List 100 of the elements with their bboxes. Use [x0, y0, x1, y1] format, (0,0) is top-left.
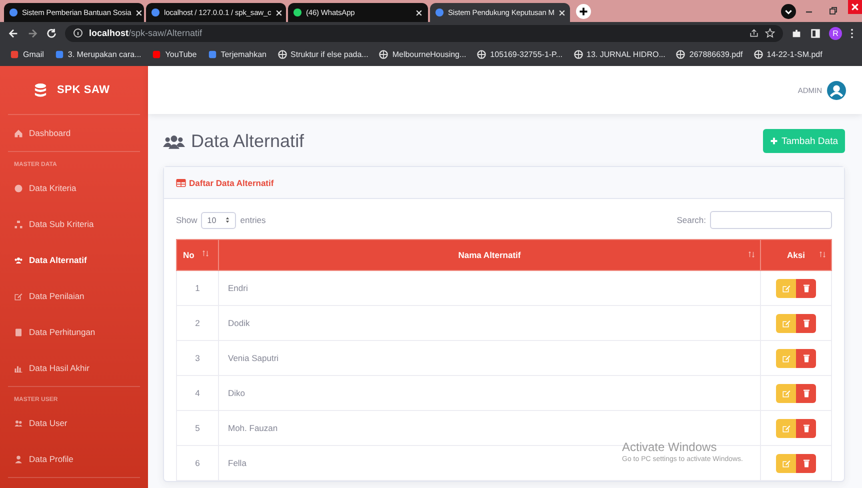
search-label: Search:: [676, 215, 706, 225]
page-icon: [435, 8, 444, 17]
globe-icon: [676, 50, 686, 58]
address-bar[interactable]: localhost/spk-saw/Alternatif: [65, 24, 783, 42]
nav-link[interactable]: Dashboard: [0, 115, 148, 151]
globe-icon: [379, 50, 388, 58]
trash-icon: [802, 318, 810, 328]
trash-icon: [802, 458, 810, 468]
brand-name[interactable]: SPK SAW: [57, 84, 110, 96]
more-icon[interactable]: [850, 28, 854, 38]
delete-button[interactable]: [796, 314, 816, 332]
close-icon[interactable]: [415, 8, 423, 16]
table-cell: 4: [176, 376, 218, 410]
edit-icon: [782, 284, 790, 292]
delete-button[interactable]: [796, 278, 816, 298]
edit-icon: [782, 458, 790, 468]
delete-button[interactable]: [796, 348, 816, 368]
nav-link[interactable]: Data Sub Kriteria: [0, 206, 148, 242]
bookmark[interactable]: MelbourneHousing...: [379, 50, 466, 58]
globe-icon: [754, 50, 763, 58]
bookmark[interactable]: Struktur if else pada...: [278, 50, 368, 58]
new-tab-icon[interactable]: [576, 4, 591, 18]
nav-link[interactable]: Data Alternatif: [0, 242, 148, 278]
back-icon[interactable]: [8, 28, 19, 38]
url-text: localhost/spk-saw/Alternatif: [89, 28, 202, 38]
table-cell: Endri: [218, 270, 760, 306]
globe-icon: [278, 50, 287, 58]
sort-icon: [819, 251, 826, 258]
globe-icon: [574, 50, 583, 58]
table-icon: [176, 178, 186, 186]
share-icon[interactable]: [749, 28, 759, 38]
profile-avatar[interactable]: R: [829, 26, 842, 40]
bookmark[interactable]: 13. JURNAL HIDRO...: [574, 50, 666, 58]
table-cell: Diko: [218, 376, 760, 410]
database-icon: [34, 82, 47, 98]
delete-button[interactable]: [796, 384, 816, 402]
trash-icon: [802, 388, 810, 398]
bookmark[interactable]: YouTube: [152, 50, 197, 58]
edit-icon: [782, 318, 790, 328]
card-title: Daftar Data Alternatif: [176, 178, 274, 188]
edit-icon: [782, 388, 790, 398]
bookmark[interactable]: 267886639.pdf: [676, 50, 743, 58]
nav-link[interactable]: Data Kriteria: [0, 170, 148, 206]
delete-button[interactable]: [796, 418, 816, 438]
info-icon: [73, 28, 83, 38]
sidepanel-icon[interactable]: [810, 28, 821, 38]
forward-icon[interactable]: [27, 28, 38, 38]
entries-label: entries: [240, 215, 266, 225]
bookmark[interactable]: 3. Merupakan cara...: [54, 50, 142, 58]
reload-icon[interactable]: [46, 28, 57, 38]
table-cell: 2: [176, 306, 218, 340]
nav-link[interactable]: Data Perhitungan: [0, 314, 148, 350]
nav-link[interactable]: Data Profile: [0, 441, 148, 477]
bookmark[interactable]: 105169-32755-1-P...: [477, 50, 563, 58]
nav-link[interactable]: Data Hasil Akhir: [0, 350, 148, 386]
column-header[interactable]: No: [176, 240, 218, 270]
restore-icon[interactable]: [828, 6, 838, 16]
page-icon: [293, 8, 302, 17]
users-icon: [14, 418, 23, 428]
table-cell: Dodik: [218, 306, 760, 340]
users-icon: [163, 134, 185, 148]
users-icon: [14, 256, 23, 264]
home-icon: [14, 128, 23, 138]
trash-icon: [802, 354, 810, 362]
close-icon[interactable]: [275, 8, 284, 16]
dropdown-icon[interactable]: [781, 4, 796, 18]
edit-icon: [782, 354, 790, 362]
show-label: Show: [176, 215, 198, 225]
user-icon: [14, 454, 23, 464]
search-field[interactable]: [710, 211, 832, 229]
table-cell: 6: [176, 446, 218, 480]
sitemap-icon: [14, 220, 23, 228]
delete-button[interactable]: [796, 454, 816, 472]
table-cell: 5: [176, 410, 218, 446]
page-icon: [9, 8, 18, 17]
page-size-select[interactable]: 10: [201, 212, 236, 228]
trash-icon: [802, 424, 810, 432]
site-icon: [208, 50, 217, 58]
site-icon: [10, 50, 19, 58]
plus-icon: [770, 137, 778, 145]
bar-chart-icon: [14, 364, 23, 372]
column-header[interactable]: Nama Alternatif: [218, 240, 760, 270]
edit-icon: [782, 424, 790, 432]
star-icon[interactable]: [765, 28, 775, 38]
user-avatar-icon[interactable]: [827, 80, 846, 100]
bookmark[interactable]: 14-22-1-SM.pdf: [754, 50, 822, 58]
bookmark[interactable]: Gmail: [10, 50, 44, 58]
table-cell: 1: [176, 270, 218, 306]
table-cell: Venia Saputri: [218, 340, 760, 376]
page-icon: [151, 8, 160, 17]
table-cell: 3: [176, 340, 218, 376]
nav-link[interactable]: Data User: [0, 405, 148, 441]
bookmark[interactable]: Terjemahkan: [208, 50, 267, 58]
column-header[interactable]: Aksi: [760, 240, 832, 270]
close-icon[interactable]: [558, 8, 566, 16]
close-icon[interactable]: [135, 8, 144, 16]
globe-icon: [477, 50, 486, 58]
page-title: Data Alternatif: [191, 130, 304, 152]
nav-link[interactable]: Data Penilaian: [0, 278, 148, 314]
trash-icon: [802, 284, 810, 292]
